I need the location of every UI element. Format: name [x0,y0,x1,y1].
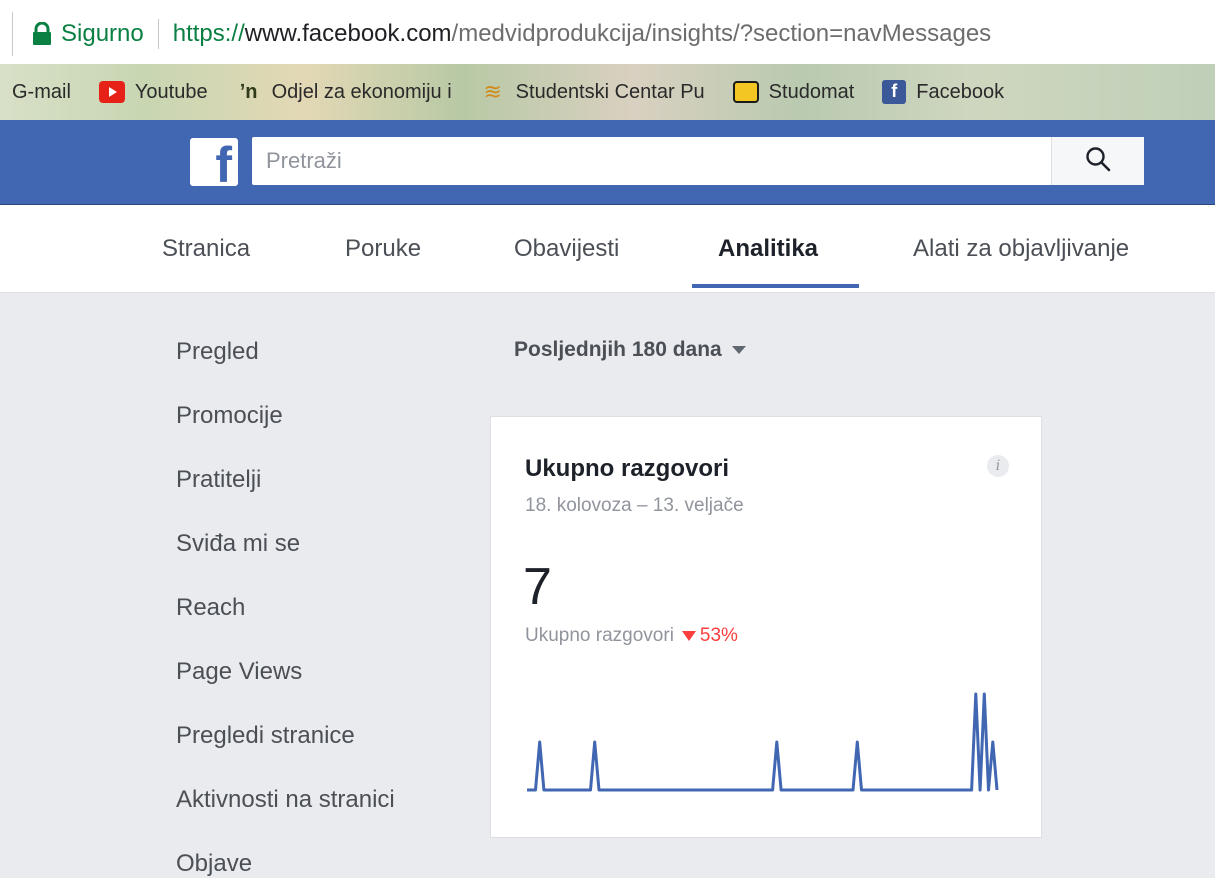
sidebar-item-promocije[interactable]: Promocije [176,402,283,430]
bookmark-youtube[interactable]: Youtube [98,80,208,104]
period-label: Posljednjih 180 dana [514,338,722,361]
bookmarks-bar: G-mail Youtube ʼn Odjel za ekonomiju i ≋… [0,64,1215,120]
bookmark-label: G-mail [12,80,71,103]
tab-poruke[interactable]: Poruke [345,235,421,292]
change-percent: 53% [699,625,738,646]
search-bar [252,137,1144,185]
bookmark-label: Studentski Centar Pu [515,80,705,103]
triangle-down-icon [681,631,696,641]
tab-obavijesti[interactable]: Obavijesti [514,235,619,292]
url-path: /medvidprodukcija/insights/?section=navM… [451,20,992,47]
bookmark-studentski-centar[interactable]: ≋ Studentski Centar Pu [480,79,705,104]
info-icon[interactable]: i [987,455,1009,477]
url-scheme: https:// [172,20,245,47]
sidebar-item-pregledi-stranice[interactable]: Pregledi stranice [176,722,355,750]
chevron-down-icon [731,346,746,354]
sidebar-item-page-views[interactable]: Page Views [176,658,302,686]
bookmark-label: Odjel za ekonomiju i [271,80,452,103]
total-conversations-card: Ukupno razgovori i 18. kolovoza – 13. ve… [490,416,1042,838]
bookmark-studomat[interactable]: Studomat [732,80,855,104]
sparkline-series [527,692,999,792]
tab-alati-za-objavljivanje[interactable]: Alati za objavljivanje [913,235,1129,292]
studomat-icon [732,81,759,103]
sidebar-item-aktivnosti-na-stranici[interactable]: Aktivnosti na stranici [176,786,395,814]
odjel-icon: ʼn [239,81,258,103]
sparkline-chart [527,692,999,792]
sidebar-item-pratitelji[interactable]: Pratitelji [176,466,261,494]
comparison-label: Ukupno razgovori [525,625,674,646]
search-icon [1085,146,1111,177]
secure-label: Sigurno [61,20,144,47]
bookmark-label: Youtube [134,80,208,103]
omnibox[interactable]: Sigurno https://www.facebook.com/medvidp… [12,12,1215,56]
sidebar-item-svida-mi-se[interactable]: Sviđa mi se [176,530,300,558]
period-dropdown[interactable]: Posljednjih 180 dana [514,338,746,362]
browser-address-bar: Sigurno https://www.facebook.com/medvidp… [0,0,1215,64]
sidebar-item-pregled[interactable]: Pregled [176,338,259,366]
active-tab-indicator [692,284,859,288]
page-tabs: Stranica Poruke Obavijesti Analitika Ala… [0,205,1215,293]
bookmark-odjel[interactable]: ʼn Odjel za ekonomiju i [236,81,452,104]
card-title: Ukupno razgovori [525,455,730,482]
search-button[interactable] [1051,137,1144,185]
logo-letter: f [215,137,232,193]
card-date-range: 18. kolovoza – 13. veljače [525,495,744,516]
facebook-logo-icon[interactable]: f [190,138,238,190]
bookmark-label: Facebook [916,80,1005,103]
url-text[interactable]: https://www.facebook.com/medvidprodukcij… [173,20,991,48]
url-host: www.facebook.com [244,20,452,47]
bookmark-label: Studomat [768,80,855,103]
search-input[interactable] [264,140,1051,182]
bookmark-gmail[interactable]: G-mail [12,81,71,104]
tab-stranica[interactable]: Stranica [162,235,250,292]
sidebar-item-objave[interactable]: Objave [176,850,252,878]
bookmark-facebook[interactable]: f Facebook [882,80,1004,104]
youtube-icon [98,81,125,103]
studentski-centar-icon: ≋ [483,79,502,104]
card-comparison: Ukupno razgovori 53% [525,625,738,647]
address-divider [157,19,159,49]
sidebar-item-reach[interactable]: Reach [176,594,245,622]
card-value: 7 [523,558,552,616]
lock-icon [31,21,53,46]
facebook-icon: f [882,80,907,104]
